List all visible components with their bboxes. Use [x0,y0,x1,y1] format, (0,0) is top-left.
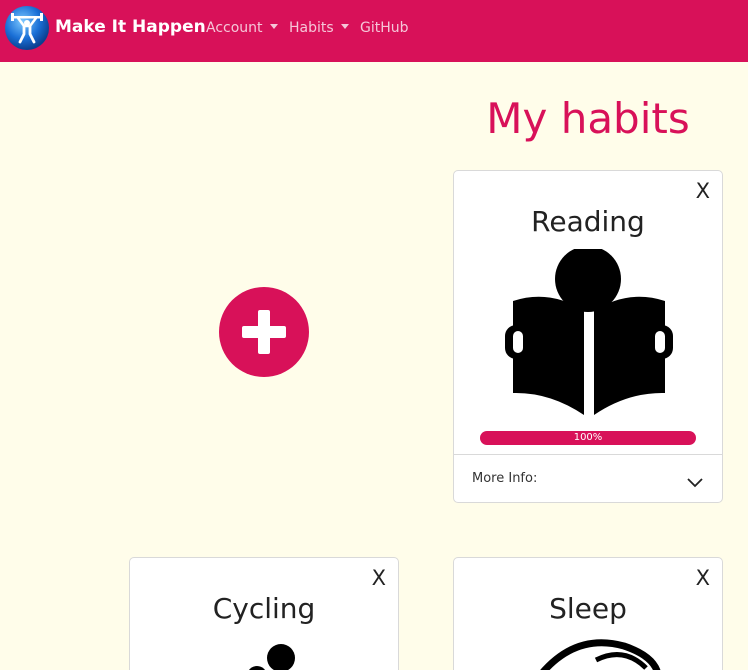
caret-down-icon [269,24,278,29]
reading-icon [505,246,673,421]
chevron-down-icon [687,473,703,492]
habit-card-sleep[interactable]: X Sleep [453,557,723,670]
habit-card-cycling[interactable]: X Cycling [129,557,399,670]
nav-habits-dropdown[interactable]: Habits [289,20,349,36]
habit-name: Reading [531,205,645,238]
cycling-icon [245,642,305,670]
caret-down-icon [340,24,349,29]
close-button[interactable]: X [696,566,710,590]
habit-card-reading[interactable]: X Reading 100% More Info: [453,170,723,503]
nav-account-label: Account [206,20,263,36]
close-button[interactable]: X [372,566,386,590]
sleep-icon [534,638,664,670]
weightlifter-logo-icon[interactable] [4,5,50,51]
more-info-toggle[interactable]: More Info: [454,454,722,502]
nav-github-link[interactable]: GitHub [360,20,409,36]
progress-fill: 100% [480,431,696,445]
nav-habits-label: Habits [289,20,334,36]
brand-title[interactable]: Make It Happen [55,17,206,37]
navbar: Make It Happen Account Habits GitHub [0,0,748,62]
page-title: My habits [486,94,690,143]
close-button[interactable]: X [696,179,710,203]
habit-name: Sleep [549,592,627,625]
habit-name: Cycling [212,592,316,625]
more-info-label: More Info: [472,471,538,486]
add-habit-button[interactable] [219,287,309,377]
nav-account-dropdown[interactable]: Account [206,20,278,36]
progress-bar: 100% [480,431,696,445]
